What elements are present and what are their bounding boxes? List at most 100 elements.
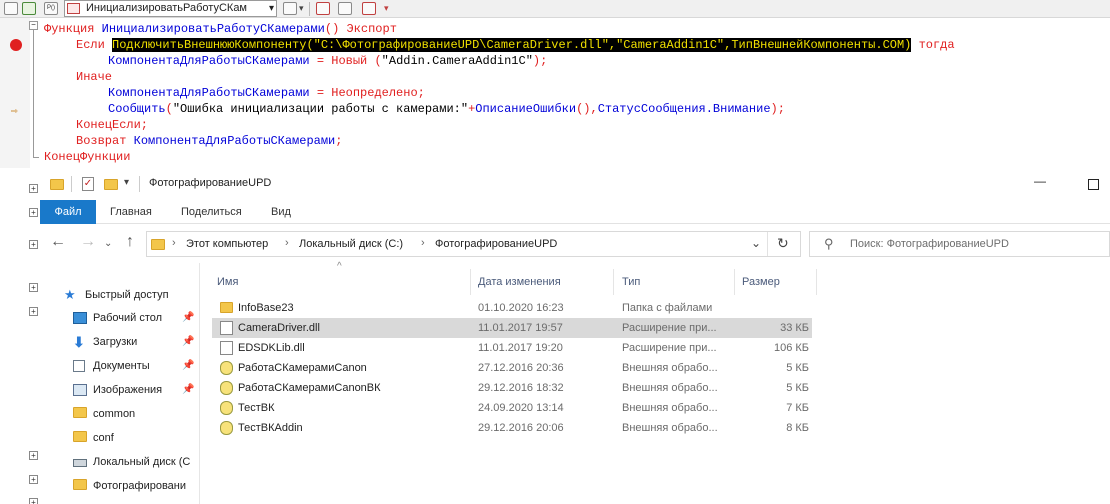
breadcrumb-this-pc[interactable]: Этот компьютер [186,238,268,250]
expand-icon[interactable]: + [29,208,38,217]
drive-icon [73,459,87,467]
proc-list-icon[interactable]: P() [44,2,58,15]
back-arrow-icon[interactable]: ← [50,233,66,251]
file-type: Расширение при... [622,322,717,334]
nav-item-label: Фотографировани [93,480,187,492]
file-row[interactable]: ТестВК 24.09.2020 13:14 Внешняя обрабо..… [212,398,812,418]
file-size: 7 КБ [786,402,809,414]
file-date: 29.12.2016 18:32 [478,382,564,394]
search-box[interactable]: ⚲ Поиск: ФотографированиеUPD [809,231,1110,257]
address-dropdown-icon[interactable]: ⌄ [751,236,761,250]
column-header-type[interactable]: Тип [622,269,640,295]
pin-icon[interactable]: 📌 [182,379,194,401]
expand-icon[interactable]: + [29,283,38,292]
file-name: EDSDKLib.dll [238,342,305,354]
expand-icon[interactable]: + [29,240,38,249]
nav-item-desktop[interactable]: Рабочий стол 📌 [40,307,198,329]
up-arrow-icon[interactable]: ↑ [126,233,134,251]
expand-icon[interactable]: + [29,498,38,504]
pin-icon[interactable]: 📌 [182,355,194,377]
code-line-2: Если ПодключитьВнешнююКомпоненту("C:\Фот… [76,38,955,52]
fold-collapse-icon[interactable]: − [29,21,38,30]
nav-item-pictures[interactable]: Изображения 📌 [40,379,198,401]
fold-line-end [33,157,39,158]
code-line-3: КомпонентаДляРаботыСКамерами = Новый ("A… [108,54,548,68]
procedure-selector-value: ИнициализироватьРаботуСКам [86,2,247,14]
procedure-selector[interactable]: ИнициализироватьРаботуСКам ▾ [64,0,277,17]
minimize-button[interactable]: — [1034,174,1046,188]
file-row[interactable]: InfoBase23 01.10.2020 16:23 Папка с файл… [212,298,812,318]
code-line-7: КонецЕсли; [76,118,149,132]
address-bar[interactable]: › Этот компьютер › Локальный диск (C:) ›… [146,231,801,257]
expand-icon[interactable]: + [29,451,38,460]
toolbar-dropdown-arrow-2[interactable]: ▾ [384,3,389,14]
new-folder-icon[interactable] [104,179,118,190]
nav-item-quick-access[interactable]: ★ Быстрый доступ [40,284,198,306]
toolbar-icon-5[interactable] [338,2,352,15]
folder-icon [73,407,87,418]
column-separator[interactable] [470,269,471,295]
breadcrumb-separator[interactable]: › [421,237,425,249]
refresh-icon[interactable]: ↻ [777,235,789,252]
column-header-name[interactable]: Имя [217,269,238,295]
file-type: Внешняя обрабо... [622,402,718,414]
nav-item-photo-folder[interactable]: Фотографировани [40,475,198,497]
expand-icon[interactable]: + [29,184,38,193]
customize-toolbar-icon[interactable]: ▾ [124,177,129,188]
dll-file-icon [220,321,233,335]
file-type: Внешняя обрабо... [622,382,718,394]
toolbar-dropdown-arrow[interactable]: ▾ [299,3,304,14]
tab-share[interactable]: Поделиться [181,200,242,224]
expand-icon[interactable]: + [29,307,38,316]
toolbar-icon-3[interactable] [283,2,297,15]
file-row[interactable]: ТестВКAddin 29.12.2016 20:06 Внешняя обр… [212,418,812,438]
column-header-date[interactable]: Дата изменения [478,269,561,295]
expand-icon[interactable]: + [29,475,38,484]
column-separator[interactable] [613,269,614,295]
chevron-down-icon: ▾ [268,3,274,14]
code-editor[interactable]: ⇨ − Функция ИнициализироватьРаботуСКамер… [0,18,1110,168]
nav-item-local-disk[interactable]: Локальный диск (C [40,451,198,473]
nav-item-common[interactable]: common [40,403,198,425]
breadcrumb-current-folder[interactable]: ФотографированиеUPD [435,238,557,250]
file-row-selected[interactable]: CameraDriver.dll 11.01.2017 19:57 Расшир… [212,318,812,338]
column-header-size[interactable]: Размер [742,269,780,295]
breadcrumb-local-disk[interactable]: Локальный диск (C:) [299,238,403,250]
file-row[interactable]: EDSDKLib.dll 11.01.2017 19:20 Расширение… [212,338,812,358]
file-name: InfoBase23 [238,302,294,314]
tab-file[interactable]: Файл [40,200,96,224]
file-row[interactable]: РаботаСКамерамиCanon 27.12.2016 20:36 Вн… [212,358,812,378]
toolbar-icon-6[interactable] [362,2,376,15]
toolbar-icon-4[interactable] [316,2,330,15]
recent-locations-chevron-icon[interactable]: ⌄ [104,238,112,249]
file-name: РаботаСКамерамиCanonВК [238,382,381,394]
column-separator[interactable] [734,269,735,295]
file-date: 24.09.2020 13:14 [478,402,564,414]
tab-view[interactable]: Вид [271,200,291,224]
code-line-9: КонецФункции [44,150,131,164]
nav-item-downloads[interactable]: ⬇ Загрузки 📌 [40,331,198,353]
nav-item-label: conf [93,432,114,444]
column-separator[interactable] [816,269,817,295]
maximize-button[interactable] [1088,179,1099,190]
breakpoint-icon[interactable] [10,39,22,51]
toolbar-icon-1[interactable] [4,2,18,15]
forward-arrow-icon[interactable]: → [80,233,96,251]
pin-icon[interactable]: 📌 [182,331,194,353]
file-date: 27.12.2016 20:36 [478,362,564,374]
toolbar-icon-2[interactable] [22,2,36,15]
properties-icon[interactable]: ✓ [82,177,94,191]
file-size: 8 КБ [786,422,809,434]
nav-item-documents[interactable]: Документы 📌 [40,355,198,377]
pin-icon[interactable]: 📌 [182,307,194,329]
file-date: 29.12.2016 20:06 [478,422,564,434]
file-date: 11.01.2017 19:57 [478,322,563,334]
designer-toolbar: P() ИнициализироватьРаботуСКам ▾ ▾ ▾ [0,0,1110,18]
breadcrumb-separator[interactable]: › [285,237,289,249]
nav-item-label: Загрузки [93,336,138,348]
file-row[interactable]: РаботаСКамерамиCanonВК 29.12.2016 18:32 … [212,378,812,398]
nav-item-conf[interactable]: conf [40,427,198,449]
breadcrumb-separator[interactable]: › [172,237,176,249]
tab-home[interactable]: Главная [110,200,152,224]
epf-file-icon [220,421,233,435]
